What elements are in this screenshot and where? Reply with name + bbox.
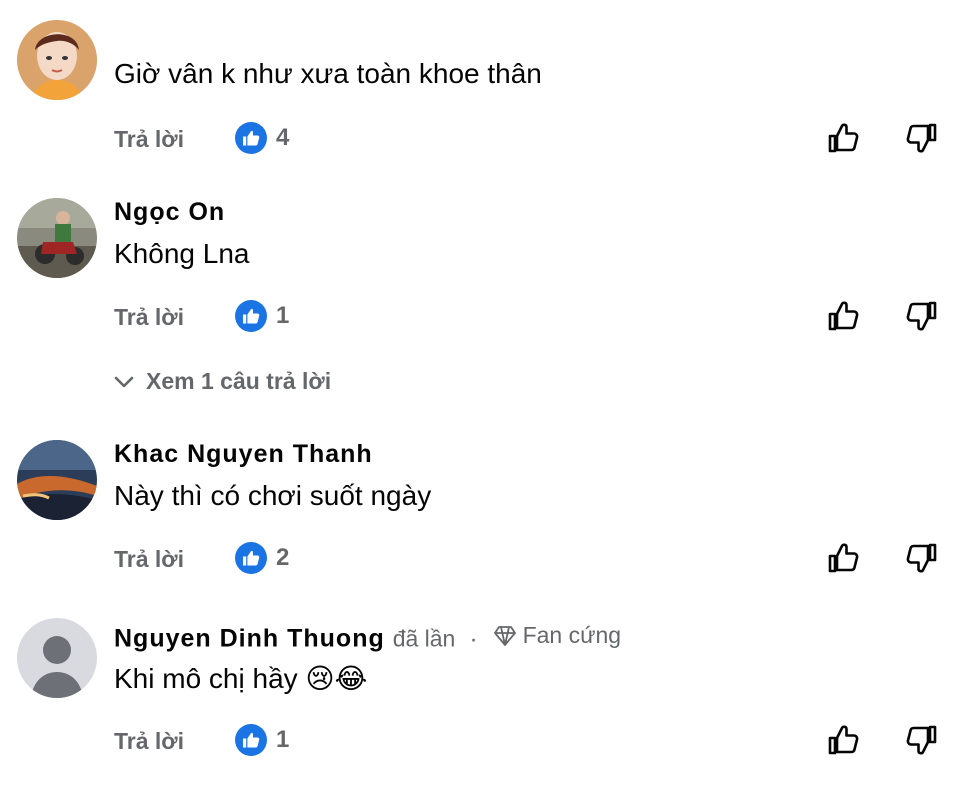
avatar[interactable] [17, 20, 97, 100]
avatar[interactable] [17, 440, 97, 520]
comment-text: Này thì có chơi suốt ngày [114, 480, 432, 511]
thumb-up-icon[interactable] [826, 121, 860, 155]
like-thumb-blue-icon [235, 300, 267, 332]
commenter-name[interactable]: Nguyen Dinh Thuong [114, 625, 385, 653]
reply-button[interactable]: Trả lời [114, 546, 184, 573]
reaction-summary[interactable]: 1 [235, 724, 289, 756]
thumb-up-icon[interactable] [826, 541, 860, 575]
thumb-down-icon[interactable] [905, 541, 939, 575]
comment-text: Không Lna [114, 238, 250, 269]
commenter-name[interactable]: Ngọc On [114, 198, 225, 227]
reaction-summary[interactable]: 1 [235, 300, 289, 332]
thumb-down-icon[interactable] [905, 723, 939, 757]
like-thumb-blue-icon [235, 122, 267, 154]
thumb-up-icon[interactable] [826, 299, 860, 333]
view-replies-button[interactable]: Xem 1 câu trả lời [114, 368, 331, 395]
like-count: 1 [276, 302, 290, 329]
default-avatar-icon [17, 618, 97, 698]
chevron-down-icon [114, 376, 134, 387]
comment-text: Khi mô chị hầy 😢😂 [114, 663, 368, 694]
like-count: 2 [276, 544, 290, 571]
reply-button[interactable]: Trả lời [114, 126, 184, 153]
badge-label: Fan cứng [522, 622, 622, 648]
avatar[interactable] [17, 618, 97, 698]
comment-text: Giờ vân k như xưa toàn khoe thân [114, 58, 542, 89]
avatar[interactable] [17, 198, 97, 278]
thumb-up-icon[interactable] [826, 723, 860, 757]
diamond-icon [493, 625, 516, 646]
commenter-name-suffix: đã lần [392, 625, 456, 652]
commenter-name[interactable]: Khac Nguyen Thanh [114, 440, 373, 469]
reaction-summary[interactable]: 2 [235, 542, 289, 574]
reaction-summary[interactable]: 4 [235, 122, 289, 154]
like-thumb-blue-icon [235, 724, 267, 756]
separator-dot: · [469, 624, 479, 653]
commenter-name-row: Nguyen Dinh Thuong đã lần · Fan cứng [114, 622, 621, 654]
view-replies-label: Xem 1 câu trả lời [146, 368, 332, 394]
fan-badge[interactable]: Fan cứng [493, 622, 622, 649]
thumb-down-icon[interactable] [905, 299, 939, 333]
like-thumb-blue-icon [235, 542, 267, 574]
reply-button[interactable]: Trả lời [114, 304, 184, 331]
thumb-down-icon[interactable] [905, 121, 939, 155]
like-count: 4 [276, 124, 290, 151]
like-count: 1 [276, 726, 290, 753]
reply-button[interactable]: Trả lời [114, 728, 184, 755]
